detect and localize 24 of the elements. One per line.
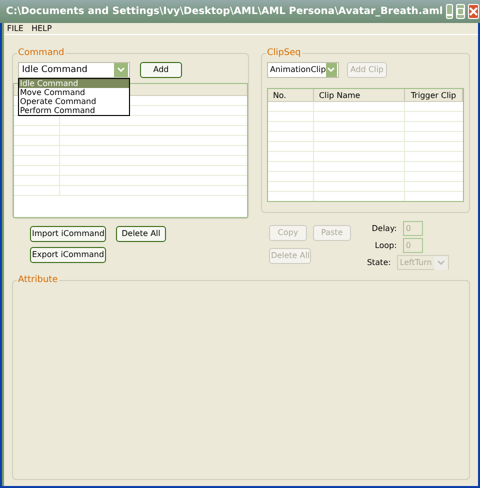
column-header[interactable]: Trigger Clip [404, 89, 463, 101]
button[interactable]: Add [140, 62, 182, 78]
dropdown-caret-icon[interactable] [114, 63, 128, 77]
field-label: Loop: [374, 240, 397, 252]
dropdown-option[interactable]: Operate Command [19, 97, 129, 106]
column-header[interactable]: No. [268, 89, 314, 101]
dropdown-caret-icon[interactable] [326, 63, 337, 77]
dropdown-option[interactable]: Idle Command [19, 79, 129, 88]
column-header[interactable]: Clip Name [314, 89, 405, 101]
window-title: C:\Documents and Settings\Ivy\Desktop\AML\AML Persona\Avatar_Breath.aml [6, 5, 443, 19]
field-label: Delay: [372, 222, 397, 234]
menu-item[interactable]: HELP [31, 24, 52, 32]
dropdown-option[interactable]: Perform Command [19, 106, 129, 115]
field-label: State: [366, 256, 391, 268]
close-button[interactable] [468, 4, 479, 19]
menu-item[interactable]: FILE [7, 24, 24, 32]
maximize-button[interactable] [456, 4, 465, 19]
button[interactable]: Delete All [116, 226, 166, 242]
clip-dropdown[interactable]: AnimationClip [266, 62, 339, 78]
button[interactable]: Import iCommand [30, 226, 106, 242]
minimize-button[interactable] [446, 4, 453, 19]
group-title: ClipSeq [266, 47, 302, 59]
command-dropdown[interactable]: Idle Command [18, 62, 130, 78]
button[interactable]: Export iCommand [30, 247, 106, 263]
